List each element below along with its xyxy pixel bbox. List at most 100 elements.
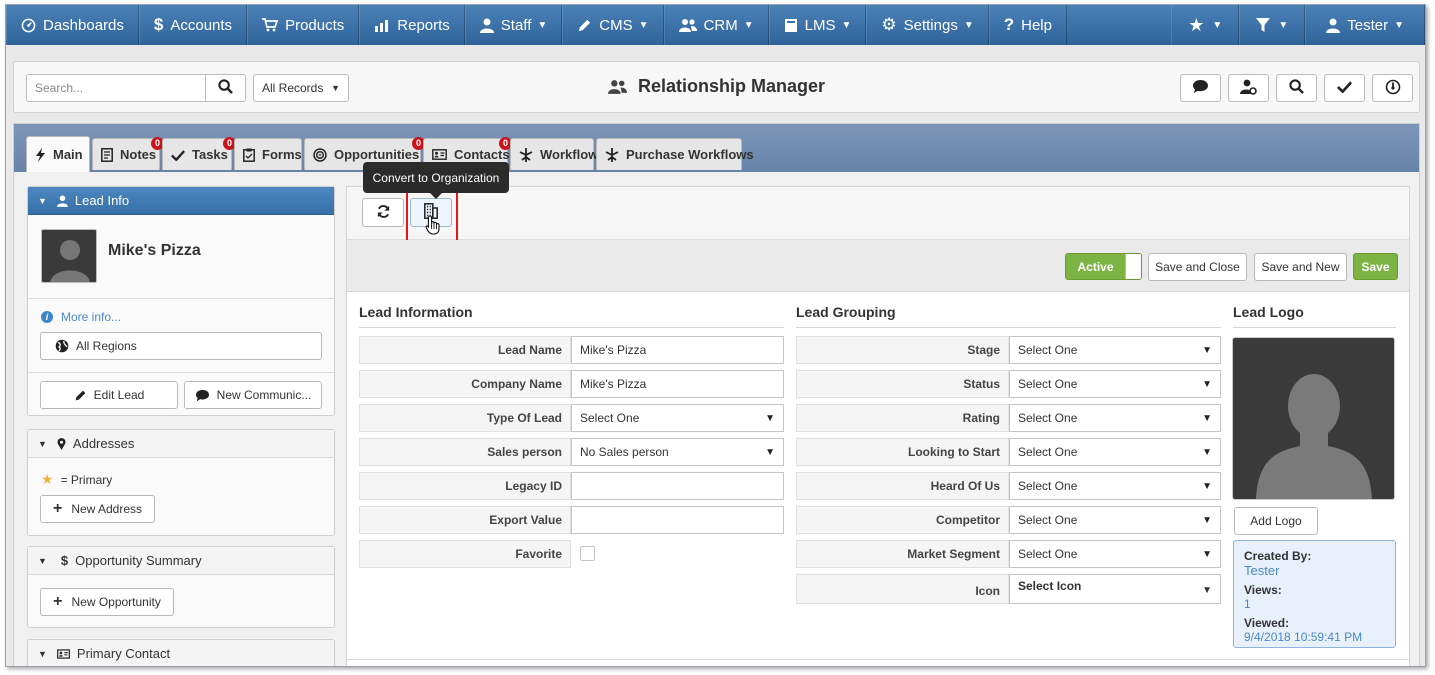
- new-opportunity-button[interactable]: + New Opportunity: [40, 588, 174, 616]
- check-icon: [171, 149, 185, 161]
- field-competitor: Competitor Select One ▼: [796, 506, 1221, 534]
- nav-crm[interactable]: CRM ▼: [663, 5, 769, 45]
- select-value: Select One: [1018, 547, 1078, 561]
- more-info-text: More info...: [61, 310, 122, 324]
- company-name-input[interactable]: Mike's Pizza: [571, 370, 784, 398]
- gear-icon: ⚙: [881, 15, 897, 34]
- tab-forms[interactable]: Forms: [234, 138, 302, 170]
- lead-name-input[interactable]: Mike's Pizza: [571, 336, 784, 364]
- favorite-checkbox[interactable]: [580, 546, 595, 561]
- plus-icon: +: [53, 593, 63, 610]
- caret-down-icon: ▼: [963, 19, 974, 31]
- convert-to-organization-tooltip: Convert to Organization: [363, 162, 509, 199]
- save-and-new-button[interactable]: Save and New: [1254, 253, 1347, 281]
- caret-down-icon: ▼: [1212, 19, 1223, 31]
- workflow-icon: [605, 147, 619, 162]
- plus-icon: +: [52, 500, 63, 517]
- type-of-lead-select[interactable]: Select One ▼: [571, 404, 784, 432]
- save-and-close-button[interactable]: Save and Close: [1148, 253, 1247, 281]
- primary-contact-header[interactable]: ▼ Primary Contact: [28, 640, 334, 666]
- nav-lms[interactable]: LMS ▼: [768, 5, 867, 45]
- field-label: Looking to Start: [796, 438, 1009, 466]
- tab-main[interactable]: Main: [26, 136, 90, 172]
- tab-workflow[interactable]: Workflow: [510, 138, 598, 170]
- user-settings-button[interactable]: [1228, 74, 1269, 102]
- tab-label: Purchase Workflows: [626, 147, 754, 162]
- nav-user-menu[interactable]: Tester ▼: [1305, 5, 1425, 45]
- market-segment-select[interactable]: Select One ▼: [1009, 540, 1221, 568]
- field-label: Competitor: [796, 506, 1009, 534]
- chat-bubble-icon: [195, 389, 210, 402]
- lead-info-header[interactable]: ▼ Lead Info: [28, 187, 334, 215]
- tab-tasks[interactable]: Tasks 0: [162, 137, 236, 170]
- stage-select[interactable]: Select One ▼: [1009, 336, 1221, 364]
- new-address-label: New Address: [71, 502, 143, 516]
- section-divider: [796, 327, 1221, 328]
- nav-favorites[interactable]: ★ ▼: [1171, 5, 1240, 45]
- section-divider: [359, 327, 784, 328]
- status-select[interactable]: Select One ▼: [1009, 370, 1221, 398]
- tab-label: Contacts: [454, 147, 510, 162]
- all-regions-button[interactable]: All Regions: [40, 332, 322, 360]
- add-logo-button[interactable]: Add Logo: [1234, 507, 1318, 535]
- dashboard-icon: [21, 18, 36, 33]
- dashboard-button[interactable]: [1372, 74, 1413, 102]
- refresh-button[interactable]: [362, 198, 404, 227]
- nav-settings[interactable]: ⚙ Settings ▼: [866, 5, 989, 45]
- checkmark-button[interactable]: [1324, 74, 1365, 102]
- nav-staff[interactable]: Staff ▼: [464, 5, 563, 45]
- nav-reports[interactable]: Reports: [359, 5, 465, 45]
- created-by-label: Created By:: [1244, 549, 1312, 563]
- nav-filter[interactable]: ▼: [1239, 5, 1306, 45]
- sales-person-select[interactable]: No Sales person ▼: [571, 438, 784, 466]
- edit-lead-button[interactable]: Edit Lead: [40, 381, 178, 409]
- target-icon: [313, 147, 327, 162]
- field-heard-of-us: Heard Of Us Select One ▼: [796, 472, 1221, 500]
- new-address-button[interactable]: + New Address: [40, 495, 155, 523]
- hand-cursor-icon: [425, 215, 442, 238]
- export-value-input[interactable]: [571, 506, 784, 534]
- select-value: Select One: [1018, 445, 1078, 459]
- chat-button[interactable]: [1180, 74, 1221, 102]
- rating-select[interactable]: Select One ▼: [1009, 404, 1221, 432]
- nav-products[interactable]: Products: [247, 5, 360, 45]
- filter-icon: [1256, 18, 1271, 32]
- chart-icon: [374, 18, 390, 32]
- tab-purchase-workflows[interactable]: Purchase Workflows: [596, 138, 754, 170]
- workflow-icon: [519, 147, 533, 162]
- looking-to-start-select[interactable]: Select One ▼: [1009, 438, 1221, 466]
- user-icon: [56, 195, 68, 207]
- nav-accounts[interactable]: $ Accounts: [138, 5, 248, 45]
- field-favorite: Favorite: [359, 540, 784, 568]
- users-icon: [607, 78, 627, 99]
- field-stage: Stage Select One ▼: [796, 336, 1221, 364]
- save-button[interactable]: Save: [1353, 253, 1398, 280]
- select-value: Select Icon: [1018, 579, 1082, 593]
- opportunity-summary-header[interactable]: ▼ $ Opportunity Summary: [28, 547, 334, 575]
- active-toggle[interactable]: Active: [1065, 253, 1142, 280]
- caret-down-icon: ▼: [841, 19, 852, 31]
- created-by-value[interactable]: Tester: [1244, 563, 1385, 578]
- tab-notes[interactable]: Notes 0: [92, 137, 164, 170]
- legacy-id-input[interactable]: [571, 472, 784, 500]
- heard-of-us-select[interactable]: Select One ▼: [1009, 472, 1221, 500]
- sidebar-divider: [28, 298, 334, 299]
- competitor-select[interactable]: Select One ▼: [1009, 506, 1221, 534]
- lead-logo-title: Lead Logo: [1233, 304, 1304, 320]
- search-records-button[interactable]: [1276, 74, 1317, 102]
- all-regions-label: All Regions: [76, 339, 137, 353]
- contact-card-icon: [57, 648, 70, 659]
- addresses-header[interactable]: ▼ Addresses: [28, 430, 334, 458]
- nav-label: Settings: [903, 16, 958, 34]
- nav-cms[interactable]: CMS ▼: [562, 5, 664, 45]
- nav-help[interactable]: ? Help: [988, 5, 1067, 45]
- icon-select[interactable]: Select Icon ▼: [1009, 574, 1221, 604]
- field-legacy-id: Legacy ID: [359, 472, 784, 500]
- caret-down-icon: ▼: [765, 446, 775, 458]
- new-communication-button[interactable]: New Communic...: [184, 381, 322, 409]
- user-icon: [1326, 18, 1341, 33]
- field-label: Status: [796, 370, 1009, 398]
- nav-dashboards[interactable]: Dashboards: [6, 5, 139, 45]
- collapse-triangle-icon: ▼: [38, 648, 47, 659]
- more-info-link[interactable]: i More info...: [41, 310, 121, 324]
